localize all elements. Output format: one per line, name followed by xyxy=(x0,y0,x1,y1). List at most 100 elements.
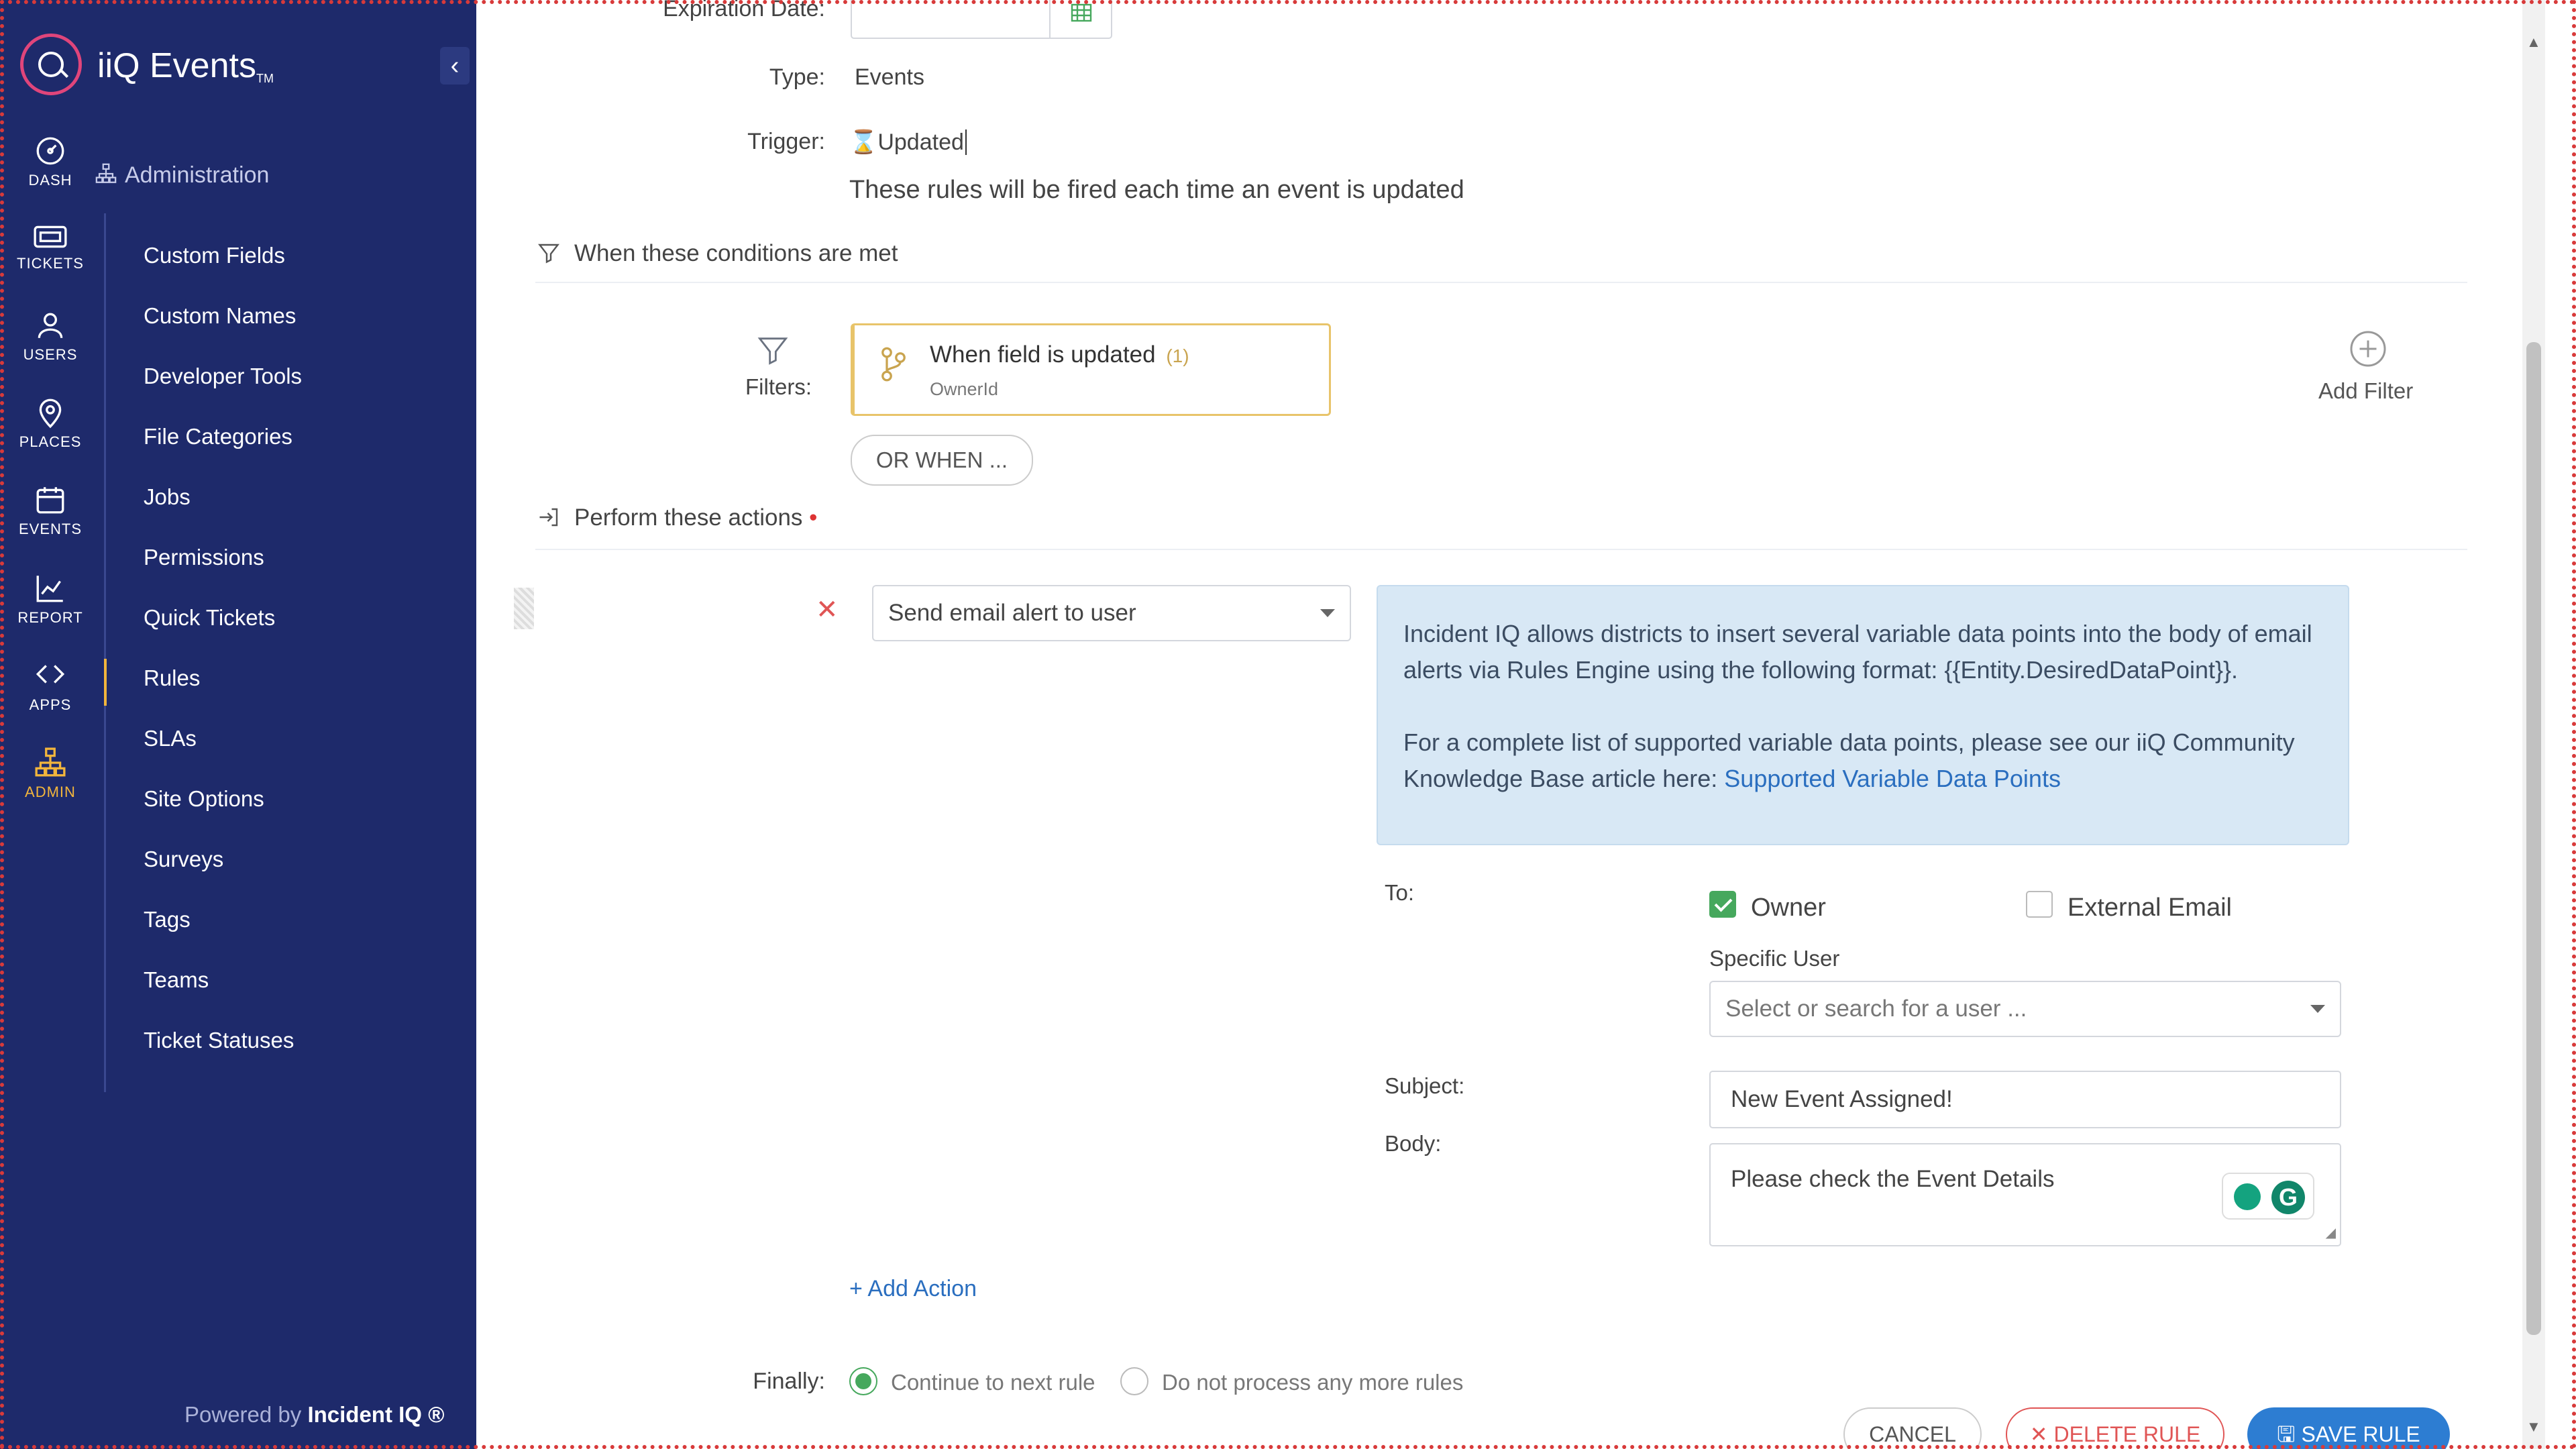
collapse-sidebar-button[interactable]: ‹ xyxy=(440,47,470,85)
filter-icon xyxy=(746,333,800,371)
scrollbar-thumb[interactable] xyxy=(2526,342,2541,1335)
sidebar-item-quick-tickets[interactable]: Quick Tickets xyxy=(144,605,275,631)
expiration-date-label: Expiration Date: xyxy=(663,0,825,21)
org-chart-icon xyxy=(95,163,117,183)
sidebar-item-slas[interactable]: SLAs xyxy=(144,726,197,751)
specific-user-select[interactable]: Select or search for a user ... xyxy=(1709,981,2341,1037)
owner-label: Owner xyxy=(1751,894,1826,922)
section-divider xyxy=(535,282,2467,283)
chart-icon xyxy=(36,576,63,602)
add-filter-label[interactable]: Add Filter xyxy=(2318,378,2413,404)
conditions-section-title: When these conditions are met xyxy=(535,240,898,267)
remove-action-icon[interactable]: ✕ xyxy=(816,594,839,625)
administration-heading: Administration xyxy=(93,162,269,189)
sidebar-item-custom-names[interactable]: Custom Names xyxy=(144,303,296,329)
ticket-icon xyxy=(34,225,67,248)
sidebar-item-ticket-statuses[interactable]: Ticket Statuses xyxy=(144,1028,294,1053)
continue-next-rule-label[interactable]: Continue to next rule xyxy=(891,1370,1095,1395)
variables-info-box: Incident IQ allows districts to insert s… xyxy=(1377,585,2349,845)
info-text-2: For a complete list of supported variabl… xyxy=(1403,729,2295,792)
sidebar-item-developer-tools[interactable]: Developer Tools xyxy=(144,364,302,389)
continue-next-rule-radio[interactable] xyxy=(849,1367,877,1395)
grammarly-widget[interactable]: G xyxy=(2222,1173,2314,1220)
rail-apps[interactable]: APPS xyxy=(7,659,94,714)
to-label: To: xyxy=(1385,880,1415,905)
hourglass-icon: ⌛ xyxy=(849,129,878,155)
branch-icon xyxy=(881,347,906,382)
filter-icon xyxy=(538,244,559,264)
sidebar-item-site-options[interactable]: Site Options xyxy=(144,786,264,812)
filter-card[interactable]: When field is updated (1) OwnerId xyxy=(851,323,1331,416)
org-chart-icon xyxy=(35,747,66,777)
sidebar-item-permissions[interactable]: Permissions xyxy=(144,545,264,570)
dashboard-icon xyxy=(36,137,64,165)
external-email-checkbox[interactable] xyxy=(2026,891,2053,918)
action-type-value: Send email alert to user xyxy=(888,600,1136,626)
delete-rule-button[interactable]: ✕ DELETE RULE xyxy=(2006,1407,2224,1449)
scroll-down-icon[interactable]: ▼ xyxy=(2526,1418,2541,1436)
nav-divider xyxy=(104,213,106,1092)
add-filter-button[interactable] xyxy=(2328,329,2408,372)
type-label: Type: xyxy=(769,64,825,90)
app-title: iiQ EventsTM xyxy=(97,46,274,85)
rail-tickets[interactable]: TICKETS xyxy=(7,223,94,272)
rail-report[interactable]: REPORT xyxy=(7,572,94,627)
apps-icon xyxy=(36,665,65,684)
resize-handle-icon[interactable]: ◢ xyxy=(2326,1224,2336,1241)
subject-input[interactable]: New Event Assigned! xyxy=(1709,1071,2341,1128)
chevron-left-icon: ‹ xyxy=(450,52,460,80)
info-text: Incident IQ allows districts to insert s… xyxy=(1403,620,2312,684)
actions-section-title: Perform these actions • xyxy=(535,504,817,531)
supported-variables-link[interactable]: Supported Variable Data Points xyxy=(1724,765,2061,792)
caret-down-icon xyxy=(1320,609,1335,617)
stop-processing-radio[interactable] xyxy=(1120,1367,1148,1395)
rail-dash[interactable]: DASH xyxy=(7,134,94,189)
calendar-icon xyxy=(1071,3,1092,22)
rail-users[interactable]: USERS xyxy=(7,309,94,364)
sidebar-item-rules[interactable]: Rules xyxy=(144,665,200,691)
sidebar-item-teams[interactable]: Teams xyxy=(144,967,209,993)
user-icon xyxy=(38,313,63,338)
sign-in-icon xyxy=(539,508,558,527)
sidebar-item-surveys[interactable]: Surveys xyxy=(144,847,223,872)
action-type-select[interactable]: Send email alert to user xyxy=(872,585,1351,641)
sidebar-item-custom-fields[interactable]: Custom Fields xyxy=(144,243,285,268)
calendar-picker-button[interactable] xyxy=(1049,0,1112,39)
sidebar-item-jobs[interactable]: Jobs xyxy=(144,484,191,510)
specific-user-label: Specific User xyxy=(1709,946,1840,971)
close-icon: ✕ xyxy=(2029,1422,2054,1446)
logo-icon[interactable] xyxy=(20,34,82,95)
trigger-label: Trigger: xyxy=(747,129,825,154)
body-textarea[interactable]: Please check the Event Details G ◢ xyxy=(1709,1143,2341,1246)
rail-events[interactable]: EVENTS xyxy=(7,483,94,538)
cancel-button[interactable]: CANCEL xyxy=(1843,1407,1982,1449)
finally-label: Finally: xyxy=(753,1368,825,1394)
external-email-label: External Email xyxy=(2068,894,2232,922)
grammarly-icon: G xyxy=(2271,1181,2305,1214)
body-text: Please check the Event Details xyxy=(1731,1166,2055,1192)
stop-processing-label[interactable]: Do not process any more rules xyxy=(1162,1370,1463,1395)
sidebar-item-file-categories[interactable]: File Categories xyxy=(144,424,292,449)
section-divider xyxy=(535,549,2467,550)
type-value: Events xyxy=(855,64,924,90)
add-action-button[interactable]: + Add Action xyxy=(849,1276,977,1302)
drag-handle[interactable] xyxy=(514,588,534,629)
sidebar: iiQ EventsTM ‹ DASH TICKETS USERS PLACES… xyxy=(0,0,476,1449)
body-label: Body: xyxy=(1385,1131,1442,1156)
owner-checkbox[interactable] xyxy=(1709,891,1736,918)
trigger-value: ⌛Updated xyxy=(849,129,967,156)
save-icon: 🖫 xyxy=(2277,1422,2302,1446)
save-rule-button[interactable]: 🖫 SAVE RULE xyxy=(2247,1407,2450,1449)
rail-places[interactable]: PLACES xyxy=(7,396,94,451)
calendar-icon xyxy=(36,487,64,514)
active-indicator xyxy=(104,659,107,706)
map-pin-icon xyxy=(39,398,62,429)
or-when-button[interactable]: OR WHEN ... xyxy=(851,435,1033,486)
plus-circle-icon xyxy=(2350,331,2386,367)
lightbulb-icon xyxy=(2234,1183,2261,1210)
sidebar-item-tags[interactable]: Tags xyxy=(144,907,191,932)
scroll-up-icon[interactable]: ▲ xyxy=(2526,34,2541,51)
filter-card-field: OwnerId xyxy=(930,379,999,399)
rail-admin[interactable]: ADMIN xyxy=(7,746,94,801)
subject-label: Subject: xyxy=(1385,1073,1465,1098)
